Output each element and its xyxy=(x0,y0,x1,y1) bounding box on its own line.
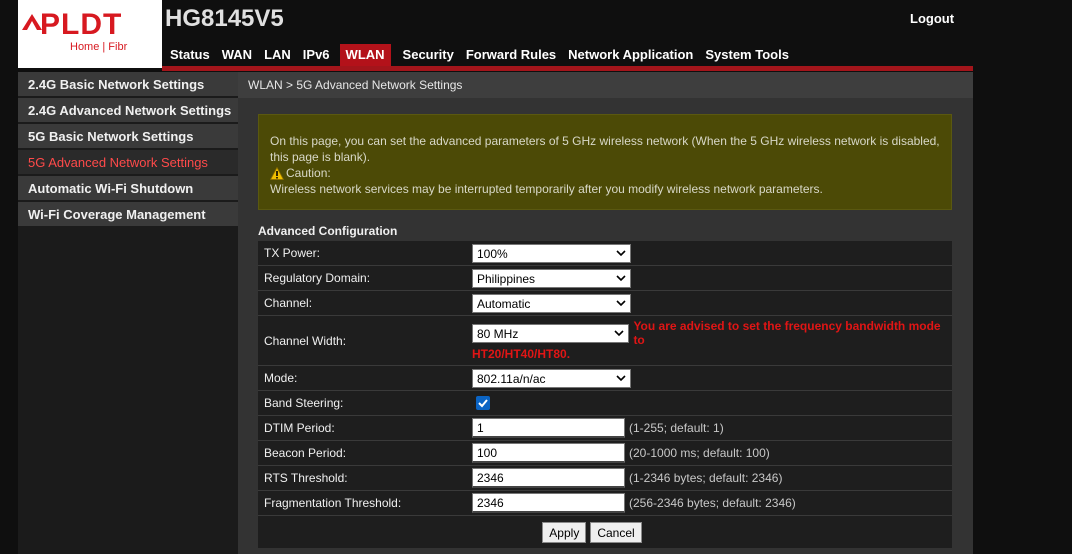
sidebar: 2.4G Basic Network Settings 2.4G Advance… xyxy=(18,72,238,554)
beacon-period-input[interactable]: 100 xyxy=(472,443,625,463)
channel-value: Automatic xyxy=(477,296,531,311)
sidebar-item-5g-basic[interactable]: 5G Basic Network Settings xyxy=(18,124,238,148)
row-beacon-period: Beacon Period: 100 (20-1000 ms; default:… xyxy=(258,441,952,466)
mode-value: 802.11a/n/ac xyxy=(477,371,546,386)
caution-label: Caution: xyxy=(286,166,331,180)
caution-row: Caution: xyxy=(270,165,951,181)
nav-wan[interactable]: WAN xyxy=(216,44,258,66)
sidebar-item-wifi-shutdown[interactable]: Automatic Wi-Fi Shutdown xyxy=(18,176,238,200)
chevron-down-icon xyxy=(616,299,626,306)
rts-threshold-label: RTS Threshold: xyxy=(264,471,348,485)
dtim-period-label: DTIM Period: xyxy=(264,421,335,435)
channel-width-value: 80 MHz xyxy=(477,326,519,341)
row-mode: Mode: 802.11a/n/ac xyxy=(258,366,952,391)
sidebar-item-5g-advanced[interactable]: 5G Advanced Network Settings xyxy=(18,150,238,174)
logout-link[interactable]: Logout xyxy=(910,11,954,26)
fragmentation-threshold-input[interactable]: 2346 xyxy=(472,493,625,513)
caution-text: Wireless network services may be interru… xyxy=(270,182,823,196)
top-nav: Status WAN LAN IPv6 WLAN Security Forwar… xyxy=(164,44,795,66)
beacon-period-hint: (20-1000 ms; default: 100) xyxy=(629,446,770,460)
row-channel: Channel: Automatic xyxy=(258,291,952,316)
channel-width-warning-line2: HT20/HT40/HT80. xyxy=(472,347,571,361)
chevron-down-icon xyxy=(616,374,626,381)
nav-network-application[interactable]: Network Application xyxy=(562,44,699,66)
info-notice: On this page, you can set the advanced p… xyxy=(258,114,952,210)
advanced-config-table: TX Power: 100% Regulatory Domain: Philip… xyxy=(258,241,952,548)
row-regulatory-domain: Regulatory Domain: Philippines xyxy=(258,266,952,291)
pldt-logo: PLDT Home | Fibr xyxy=(18,0,162,68)
cancel-button[interactable]: Cancel xyxy=(590,521,642,543)
channel-label: Channel: xyxy=(264,296,313,310)
rts-threshold-hint: (1-2346 bytes; default: 2346) xyxy=(629,471,783,485)
band-steering-label: Band Steering: xyxy=(264,396,344,410)
router-admin-page: PLDT Home | Fibr HG8145V5 Logout Status … xyxy=(0,0,1072,554)
nav-wlan[interactable]: WLAN xyxy=(339,44,391,66)
sidebar-item-24g-advanced[interactable]: 2.4G Advanced Network Settings xyxy=(18,98,238,122)
regulatory-domain-select[interactable]: Philippines xyxy=(472,268,631,288)
device-model: HG8145V5 xyxy=(165,5,284,32)
row-fragmentation-threshold: Fragmentation Threshold: 2346 (256-2346 … xyxy=(258,491,952,516)
nav-forward-rules[interactable]: Forward Rules xyxy=(460,44,562,66)
nav-ipv6[interactable]: IPv6 xyxy=(297,44,336,66)
warning-icon xyxy=(270,166,284,180)
config-title: Advanced Configuration xyxy=(258,224,398,238)
form-actions: Apply Cancel xyxy=(258,516,952,548)
fragmentation-threshold-hint: (256-2346 bytes; default: 2346) xyxy=(629,496,796,510)
checkmark-icon xyxy=(478,399,488,408)
apply-button[interactable]: Apply xyxy=(542,521,587,543)
sidebar-item-24g-basic[interactable]: 2.4G Basic Network Settings xyxy=(18,72,238,96)
brand-subtitle: Home | Fibr xyxy=(70,41,128,53)
nav-status[interactable]: Status xyxy=(164,44,216,66)
mode-select[interactable]: 802.11a/n/ac xyxy=(472,368,631,388)
nav-security[interactable]: Security xyxy=(397,44,460,66)
regulatory-domain-label: Regulatory Domain: xyxy=(264,271,371,285)
regulatory-domain-value: Philippines xyxy=(477,271,536,286)
band-steering-checkbox[interactable] xyxy=(476,396,490,410)
nav-system-tools[interactable]: System Tools xyxy=(699,44,795,66)
row-channel-width: Channel Width: 80 MHz You are advised to… xyxy=(258,316,952,366)
sidebar-item-wifi-coverage[interactable]: Wi-Fi Coverage Management xyxy=(18,202,238,226)
chevron-down-icon xyxy=(616,274,626,281)
tx-power-value: 100% xyxy=(477,246,508,261)
dtim-period-hint: (1-255; default: 1) xyxy=(629,421,724,435)
fragmentation-threshold-label: Fragmentation Threshold: xyxy=(264,496,402,510)
channel-width-select[interactable]: 80 MHz xyxy=(472,323,630,343)
notice-text: On this page, you can set the advanced p… xyxy=(270,134,940,164)
chevron-down-icon xyxy=(616,249,626,256)
nav-lan[interactable]: LAN xyxy=(258,44,297,66)
row-band-steering: Band Steering: xyxy=(258,391,952,416)
channel-width-label: Channel Width: xyxy=(264,333,347,348)
row-dtim-period: DTIM Period: 1 (1-255; default: 1) xyxy=(258,416,952,441)
channel-width-warning-line1: You are advised to set the frequency ban… xyxy=(633,319,941,347)
row-tx-power: TX Power: 100% xyxy=(258,241,952,266)
tx-power-select[interactable]: 100% xyxy=(472,243,631,263)
channel-select[interactable]: Automatic xyxy=(472,293,631,313)
dtim-period-input[interactable]: 1 xyxy=(472,418,625,438)
breadcrumb: WLAN > 5G Advanced Network Settings xyxy=(238,72,973,98)
main-content: WLAN > 5G Advanced Network Settings On t… xyxy=(238,72,973,554)
brand-name: PLDT xyxy=(40,8,123,41)
rts-threshold-input[interactable]: 2346 xyxy=(472,468,625,488)
beacon-period-label: Beacon Period: xyxy=(264,446,347,460)
tx-power-label: TX Power: xyxy=(264,246,321,260)
row-rts-threshold: RTS Threshold: 2346 (1-2346 bytes; defau… xyxy=(258,466,952,491)
mode-label: Mode: xyxy=(264,371,298,385)
nav-underline xyxy=(162,66,973,71)
chevron-down-icon xyxy=(614,329,625,336)
